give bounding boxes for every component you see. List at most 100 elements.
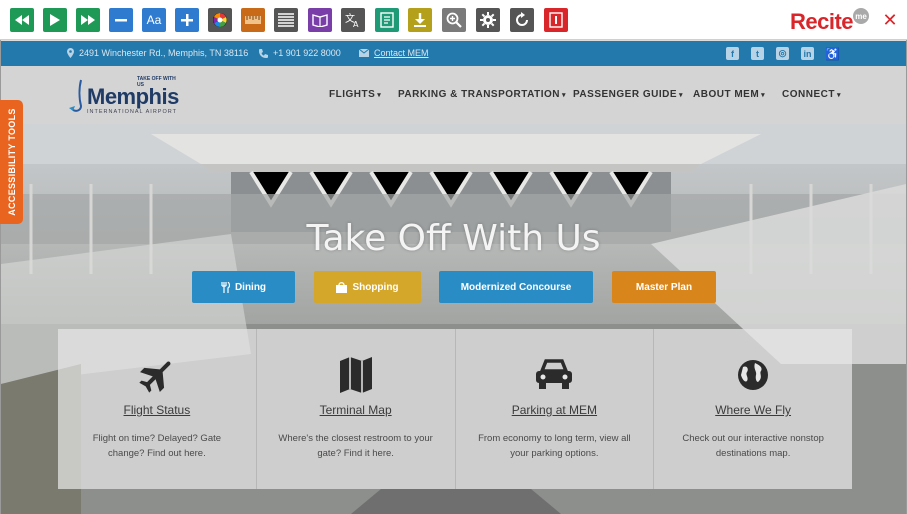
document-icon	[380, 12, 394, 28]
dictionary-button[interactable]	[308, 8, 332, 32]
minus-icon	[115, 18, 127, 21]
memphis-airport-logo[interactable]: TAKE OFF WITH US Memphis INTERNATIONAL A…	[67, 74, 179, 118]
recite-badge: me	[853, 8, 869, 24]
accessibility-tools-label: ACCESSIBILITY TOOLS	[6, 108, 17, 216]
flight-status-link[interactable]: Flight Status	[58, 403, 256, 417]
refresh-icon	[516, 12, 528, 26]
globe-icon	[738, 360, 769, 390]
increase-text-button[interactable]	[175, 8, 199, 32]
hero-banner: Take Off With Us Dining Shopping Moderni…	[1, 124, 906, 514]
address-text: 2491 Winchester Rd., Memphis, TN 38116	[79, 48, 249, 58]
download-icon	[414, 13, 426, 27]
logo-wordmark: Memphis	[87, 84, 179, 109]
map-pin-icon	[67, 48, 74, 58]
nav-label: PARKING & TRANSPORTATION	[398, 89, 560, 100]
flight-status-card[interactable]: Flight Status Flight on time? Delayed? G…	[58, 329, 257, 489]
play-button[interactable]	[43, 8, 67, 32]
parking-card[interactable]: Parking at MEM From economy to long term…	[456, 329, 655, 489]
quick-links-panel: Flight Status Flight on time? Delayed? G…	[58, 329, 852, 489]
modernized-concourse-label: Modernized Concourse	[460, 281, 572, 293]
book-icon	[312, 14, 328, 27]
dining-label: Dining	[234, 281, 267, 293]
magnifier-button[interactable]	[442, 8, 466, 32]
master-plan-button[interactable]: Master Plan	[612, 271, 716, 303]
nav-label: ABOUT MEM	[693, 89, 760, 100]
terminal-map-link[interactable]: Terminal Map	[257, 403, 455, 417]
nav-passenger-guide[interactable]: PASSENGER GUIDE ▾	[573, 89, 683, 100]
where-we-fly-link[interactable]: Where We Fly	[654, 403, 852, 417]
nav-flights[interactable]: FLIGHTS ▾	[329, 89, 381, 100]
shopping-label: Shopping	[352, 281, 399, 293]
caret-down-icon: ▾	[836, 92, 841, 99]
logo-subtitle: INTERNATIONAL AIRPORT	[87, 109, 177, 115]
reset-button[interactable]	[510, 8, 534, 32]
nav-label: PASSENGER GUIDE	[573, 89, 677, 100]
ruler-button[interactable]	[241, 8, 265, 32]
reader-button[interactable]	[375, 8, 399, 32]
parking-link[interactable]: Parking at MEM	[456, 403, 654, 417]
terminal-map-card[interactable]: Terminal Map Where's the closest restroo…	[257, 329, 456, 489]
zoom-in-icon	[446, 12, 462, 28]
linkedin-icon[interactable]: in	[801, 47, 814, 60]
envelope-icon	[359, 49, 369, 57]
map-icon	[339, 357, 372, 393]
nav-label: FLIGHTS	[329, 89, 376, 100]
toolbar-close-button[interactable]: ✕	[881, 11, 899, 29]
parking-desc: From economy to long term, view all your…	[478, 433, 631, 459]
site-header: TAKE OFF WITH US Memphis INTERNATIONAL A…	[1, 66, 906, 124]
modernized-concourse-button[interactable]: Modernized Concourse	[439, 271, 593, 303]
caret-down-icon: ▾	[761, 92, 766, 99]
master-plan-label: Master Plan	[635, 281, 693, 293]
margins-button[interactable]	[274, 8, 298, 32]
facebook-icon[interactable]: f	[726, 47, 739, 60]
download-button[interactable]	[408, 8, 432, 32]
utensils-icon	[221, 281, 230, 293]
phone-text: +1 901 922 8000	[273, 48, 341, 58]
flight-status-desc: Flight on time? Delayed? Gate change? Fi…	[92, 433, 222, 459]
accessibility-tools-tab[interactable]: ACCESSIBILITY TOOLS	[0, 100, 23, 224]
settings-button[interactable]	[476, 8, 500, 32]
font-button[interactable]: Aa	[142, 8, 166, 32]
rewind-button[interactable]	[10, 8, 34, 32]
phone-item[interactable]: +1 901 922 8000	[259, 48, 341, 58]
color-wheel-button[interactable]	[208, 8, 232, 32]
play-icon	[50, 14, 60, 26]
instagram-icon[interactable]: ◎	[776, 47, 789, 60]
contact-bar: 2491 Winchester Rd., Memphis, TN 38116 +…	[1, 41, 906, 66]
wheelchair-icon[interactable]: ♿	[825, 47, 840, 61]
rewind-icon	[15, 15, 29, 25]
info-button[interactable]	[544, 8, 568, 32]
address-item: 2491 Winchester Rd., Memphis, TN 38116	[67, 48, 248, 58]
dining-button[interactable]: Dining	[192, 271, 295, 303]
twitter-icon[interactable]: t	[751, 47, 764, 60]
nav-about-mem[interactable]: ABOUT MEM ▾	[693, 89, 765, 100]
color-wheel-icon	[213, 13, 227, 27]
recite-logo: Recite	[790, 9, 854, 34]
nav-parking-transportation[interactable]: PARKING & TRANSPORTATION ▾	[398, 89, 566, 100]
fast-forward-button[interactable]	[76, 8, 100, 32]
exit-icon	[549, 12, 563, 28]
translate-button[interactable]: 文A	[341, 8, 365, 32]
car-icon	[536, 359, 573, 389]
shopping-bag-icon	[336, 281, 348, 293]
phone-icon	[259, 48, 268, 58]
fast-forward-icon	[81, 15, 95, 25]
where-we-fly-card[interactable]: Where We Fly Check out our interactive n…	[654, 329, 852, 489]
caret-down-icon: ▾	[377, 92, 382, 99]
recite-toolbar: Aa 文A Recite me ✕	[0, 0, 907, 40]
contact-item[interactable]: Contact MEM	[359, 48, 429, 58]
nav-connect[interactable]: CONNECT ▾	[782, 89, 841, 100]
plus-icon	[181, 14, 193, 26]
logo-plane-mark-icon	[69, 79, 83, 112]
contact-link[interactable]: Contact MEM	[374, 48, 429, 58]
airplane-icon	[139, 361, 171, 393]
text-lines-icon	[278, 13, 294, 27]
ruler-icon	[245, 16, 261, 24]
decrease-text-button[interactable]	[109, 8, 133, 32]
gear-icon	[480, 12, 496, 28]
terminal-map-desc: Where's the closest restroom to your gat…	[278, 433, 433, 459]
caret-down-icon: ▾	[562, 92, 567, 99]
hero-title: Take Off With Us	[306, 218, 601, 259]
shopping-button[interactable]: Shopping	[314, 271, 421, 303]
font-icon: Aa	[146, 13, 162, 27]
